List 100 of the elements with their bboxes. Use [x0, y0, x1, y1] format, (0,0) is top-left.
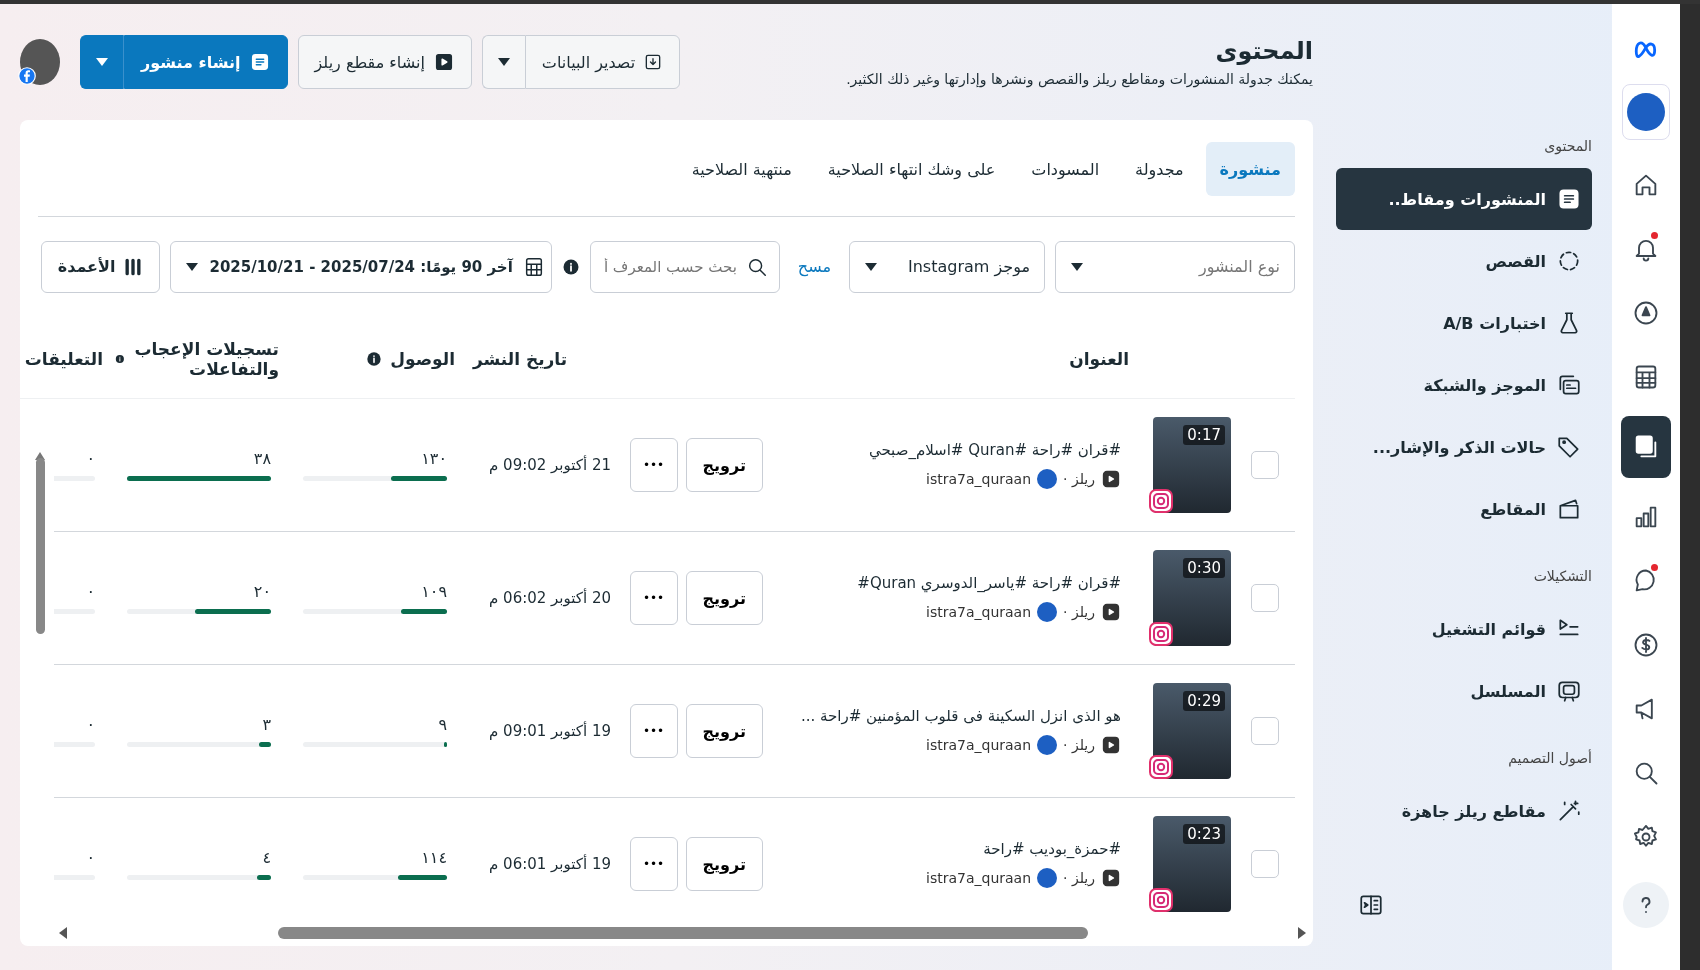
sidebar-item[interactable]: قوائم التشغيل [1336, 598, 1592, 660]
tab[interactable]: على وشك انتهاء الصلاحية [813, 142, 1010, 196]
feed-dropdown[interactable]: موجز Instagram [849, 241, 1045, 293]
instagram-icon [1149, 755, 1173, 779]
post-title[interactable]: #قران #راحة #Quran #اسلام_صبحي [763, 441, 1121, 459]
sidebar-item[interactable]: حالات الذكر والإشار... [1336, 416, 1592, 478]
notification-dot [1651, 232, 1658, 239]
post-title[interactable]: #قران #راحة #ياسر_الدوسري Quran# [763, 574, 1121, 592]
scroll-right-icon [1297, 926, 1307, 941]
post-title[interactable]: هو الذى انزل السكينة فى قلوب المؤمنين #راحة ... [763, 707, 1121, 725]
tv-icon [1556, 678, 1582, 704]
metric-value: ٢٠ [252, 582, 271, 601]
create-post-button[interactable]: إنشاء منشور [124, 35, 288, 89]
instagram-icon [1149, 489, 1173, 513]
sidebar-item[interactable]: المسلسل [1336, 660, 1592, 722]
sidebar-item[interactable]: اختبارات A/B [1336, 292, 1592, 354]
more-button[interactable]: ••• [629, 837, 678, 891]
section-heading: المحتوى [1543, 137, 1592, 154]
video-duration: 0:23 [1183, 824, 1225, 844]
account-avatar [1037, 868, 1058, 888]
account-avatar [1037, 469, 1058, 489]
row-checkbox[interactable] [1251, 451, 1279, 479]
post-title[interactable]: #حمزة_بوديب #راحة [763, 840, 1121, 858]
section-heading: التشكيلات [1532, 567, 1592, 584]
column-header: الوصول [390, 349, 455, 370]
document-icon [1556, 186, 1582, 212]
post-type: ريلز · [1063, 870, 1095, 886]
date-range-picker[interactable]: آخر 90 يومًا: 2025/07/24 - 2025/10/21 [170, 241, 552, 293]
tab[interactable]: منشورة [1205, 142, 1295, 196]
magic-wand-icon [1556, 798, 1582, 824]
export-button[interactable]: تصدير البيانات [524, 35, 681, 89]
reel-icon [1101, 469, 1121, 489]
page-subtitle: يمكنك جدولة المنشورات ومقاطع ريلز والقصص ونشرها وإدارتها وغير ذلك الكثير. [846, 71, 1313, 87]
clapperboard-icon [1556, 496, 1582, 522]
video-duration: 0:30 [1183, 558, 1225, 578]
promote-button[interactable]: ترويج [685, 571, 763, 625]
reel-icon [1101, 602, 1121, 622]
profile-avatar[interactable] [20, 39, 60, 85]
feed-grid-icon [1556, 372, 1582, 398]
column-header: التعليقات [24, 349, 103, 370]
promote-button[interactable]: ترويج [685, 438, 763, 492]
metric-value: ٠ [85, 715, 95, 734]
sidebar-item[interactable]: المقاطع [1336, 478, 1592, 540]
caret-icon [1070, 262, 1084, 272]
metric-value: ١٣٠ [420, 449, 447, 468]
tab[interactable]: منتهية الصلاحية [677, 142, 806, 196]
sidebar-item[interactable]: مقاطع ريلز جاهزة [1336, 780, 1592, 842]
column-header: العنوان [1069, 349, 1129, 370]
account-name: istra7a_quraan [926, 870, 1032, 886]
sidebar-toggle-icon [1358, 892, 1384, 918]
promote-button[interactable]: ترويج [685, 837, 763, 891]
help-nav-button[interactable] [1623, 882, 1669, 928]
account-name: istra7a_quraan [926, 604, 1032, 620]
metric-value: ١١٤ [420, 848, 447, 867]
compass-icon [1632, 299, 1660, 327]
tab[interactable]: المسودات [1017, 142, 1114, 196]
more-button[interactable]: ••• [629, 571, 678, 625]
metric-value: ٠ [85, 449, 95, 468]
columns-button[interactable]: الأعمدة [40, 241, 161, 293]
dropdown-button[interactable] [80, 35, 124, 89]
caret-icon [496, 57, 511, 67]
horizontal-scrollbar[interactable] [277, 927, 1088, 940]
metric-value: ٠ [85, 582, 95, 601]
sidebar-item[interactable]: الموجز والشبكة [1336, 354, 1592, 416]
post-type-dropdown[interactable]: نوع المنشور [1055, 241, 1295, 293]
facebook-badge-icon [18, 67, 36, 85]
promote-button[interactable]: ترويج [685, 704, 763, 758]
dollar-icon [1632, 631, 1660, 659]
account-avatar [1037, 602, 1058, 622]
more-button[interactable]: ••• [629, 704, 678, 758]
clear-link[interactable]: مسح [789, 257, 839, 277]
sidebar-item[interactable]: المنشورات ومقاط.. [1336, 168, 1592, 230]
post-type: ريلز · [1063, 604, 1095, 620]
publish-date: 21 أكتوبر 09:02 م [488, 456, 612, 474]
account-avatar [1037, 735, 1058, 755]
create-reel-button[interactable]: إنشاء مقطع ريلز [297, 35, 472, 89]
caret-icon [95, 57, 109, 67]
instagram-icon [1149, 622, 1173, 646]
metric-value: ٣ [261, 715, 271, 734]
reel-icon [1101, 868, 1121, 888]
section-heading: أصول التصميم [1507, 748, 1592, 766]
page-avatar[interactable] [1622, 84, 1670, 140]
caret-icon [185, 262, 200, 272]
column-header: تاريخ النشر [473, 349, 568, 370]
row-checkbox[interactable] [1251, 584, 1279, 612]
row-checkbox[interactable] [1251, 717, 1279, 745]
instagram-icon [1149, 888, 1173, 912]
scroll-left-icon [58, 926, 68, 941]
sidebar-item[interactable]: القصص [1336, 230, 1592, 292]
metric-value: ٠ [85, 848, 95, 867]
more-button[interactable]: ••• [629, 438, 678, 492]
vertical-scrollbar[interactable] [35, 458, 45, 634]
pages-nav-button[interactable] [1621, 416, 1671, 478]
metric-value: ٤ [261, 848, 271, 867]
tab[interactable]: مجدولة [1121, 142, 1198, 196]
column-header: تسجيلات الإعجاب والتفاعلات [133, 339, 279, 380]
post-type: ريلز · [1063, 737, 1095, 753]
video-duration: 0:29 [1183, 691, 1225, 711]
metric-value: ٩ [437, 715, 447, 734]
row-checkbox[interactable] [1251, 850, 1279, 878]
